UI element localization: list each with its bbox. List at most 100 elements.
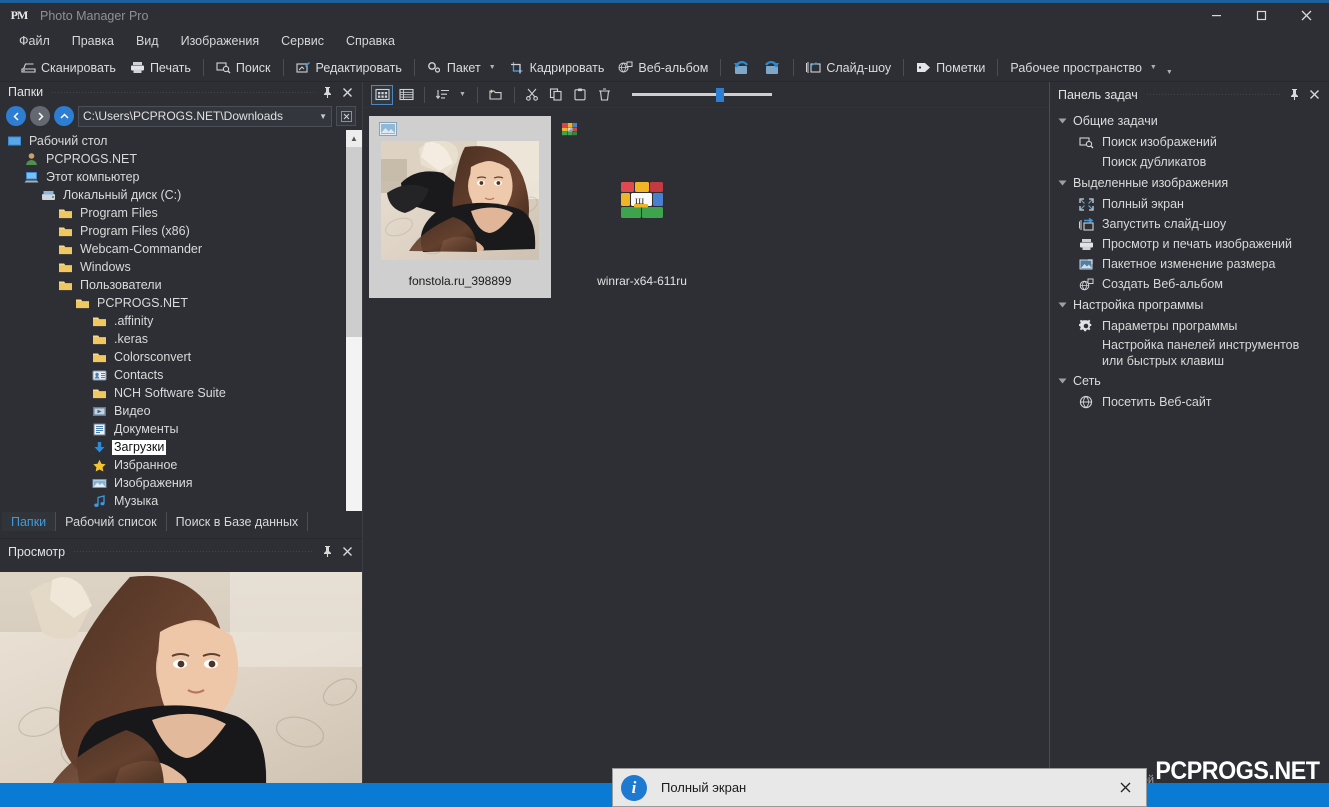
scrollbar-thumb[interactable] [346,147,362,337]
tree-item-17[interactable]: Загрузки [0,438,362,456]
copy-button[interactable] [546,85,568,105]
toolbar-overflow-chevron[interactable]: ▼ [1166,69,1173,76]
tree-item-16[interactable]: Документы [0,420,362,438]
toolbar-rotate-right-button[interactable] [757,58,788,78]
task-item-search-duplicates[interactable]: Поиск дубликатов [1050,152,1329,172]
tree-item-2[interactable]: Этот компьютер [0,168,362,186]
toolbar-slideshow-button[interactable]: Слайд-шоу [799,58,898,78]
chevron-down-icon[interactable]: ▼ [489,64,496,71]
tree-item-21[interactable]: Поиски [0,510,362,511]
tree-item-14[interactable]: NCH Software Suite [0,384,362,402]
notification-close-button[interactable] [1119,781,1132,794]
tree-item-0[interactable]: Рабочий стол [0,132,362,150]
cut-button[interactable] [522,85,544,105]
zoom-slider-knob[interactable] [715,87,724,102]
pin-icon[interactable] [322,86,338,99]
task-item-program-options[interactable]: Параметры программы [1050,316,1329,336]
chevron-down-icon[interactable]: ▼ [459,91,466,98]
task-item-view-print[interactable]: Просмотр и печать изображений [1050,234,1329,254]
tree-item-1[interactable]: PCPROGS.NET [0,150,362,168]
tree-item-10[interactable]: .affinity [0,312,362,330]
tree-item-11[interactable]: .keras [0,330,362,348]
menu-help[interactable]: Справка [335,30,406,52]
tree-item-5[interactable]: Program Files (x86) [0,222,362,240]
folder-icon [57,205,73,221]
tree-item-4[interactable]: Program Files [0,204,362,222]
notification-popup[interactable]: i Полный экран [612,768,1147,807]
task-group-network[interactable]: Сеть [1050,370,1329,392]
toolbar-workspace-button[interactable]: Рабочее пространство ▼ [1003,58,1163,78]
task-item-fullscreen[interactable]: Полный экран [1050,194,1329,214]
toolbar-search-button[interactable]: Поиск [209,58,278,78]
toolbar-webalbum-button[interactable]: Веб-альбом [611,58,715,78]
menu-edit[interactable]: Правка [61,30,125,52]
tree-item-13[interactable]: Contacts [0,366,362,384]
view-thumbnails-button[interactable] [371,84,393,105]
tree-item-15[interactable]: Видео [0,402,362,420]
tree-item-12[interactable]: Colorsconvert [0,348,362,366]
tree-item-3[interactable]: Локальный диск (C:) [0,186,362,204]
tree-item-8[interactable]: Пользователи [0,276,362,294]
toolbar-scan-button[interactable]: Сканировать [14,58,123,78]
task-group-program-settings[interactable]: Настройка программы [1050,294,1329,316]
close-button[interactable] [1284,3,1329,28]
menu-images[interactable]: Изображения [170,30,271,52]
chevron-down-icon[interactable]: ▼ [313,112,327,121]
toolbar-rotate-left-button[interactable] [726,58,757,78]
rotate-left-icon [733,60,750,75]
thumbnail-item[interactable]: fonstola.ru_398899 [369,116,551,298]
tab-folders[interactable]: Папки [2,512,57,531]
minimize-button[interactable] [1194,3,1239,28]
menu-file[interactable]: Файл [8,30,61,52]
maximize-button[interactable] [1239,3,1284,28]
close-icon[interactable] [342,546,358,557]
nav-back-button[interactable] [6,106,26,126]
task-item-batch-resize[interactable]: Пакетное изменение размера [1050,254,1329,274]
tree-item-19[interactable]: Изображения [0,474,362,492]
folder-tree-scrollbar[interactable]: ▲ [345,130,362,511]
pin-icon[interactable] [1289,88,1305,101]
tree-item-20[interactable]: Музыка [0,492,362,510]
toolbar-tags-button[interactable]: Пометки [909,58,992,78]
sort-button[interactable] [432,85,454,105]
task-group-selected-images[interactable]: Выделенные изображения [1050,172,1329,194]
thumbnail-image [381,140,539,260]
menu-view[interactable]: Вид [125,30,170,52]
close-icon[interactable] [342,87,358,98]
delete-button[interactable] [594,85,616,105]
pin-icon[interactable] [322,545,338,558]
toolbar-batch-button[interactable]: Пакет ▼ [420,58,503,78]
task-item-customize-toolbars[interactable]: Настройка панелей инструментов или быстр… [1050,336,1329,370]
tab-worklist[interactable]: Рабочий список [56,512,167,531]
nav-up-button[interactable] [54,106,74,126]
toolbar-crop-button[interactable]: Кадрировать [503,58,612,78]
address-input[interactable]: C:\Users\PCPROGS.NET\Downloads ▼ [78,105,332,127]
new-folder-button[interactable] [485,85,507,105]
thumbnail-item[interactable]: ш ш winrar-x64-611ru [551,116,733,298]
preview-image[interactable] [0,572,362,785]
collapse-triangle-icon [1058,180,1067,186]
tree-item-6[interactable]: Webcam-Commander [0,240,362,258]
toolbar-print-button[interactable]: Печать [123,58,198,78]
paste-button[interactable] [570,85,592,105]
tab-db-search[interactable]: Поиск в Базе данных [167,512,309,531]
task-group-general[interactable]: Общие задачи [1050,110,1329,132]
close-icon[interactable] [1309,89,1325,100]
task-item-create-web-album[interactable]: Создать Веб-альбом [1050,274,1329,294]
task-item-search-images[interactable]: Поиск изображений [1050,132,1329,152]
address-clear-button[interactable] [336,106,356,126]
view-details-button[interactable] [395,85,417,105]
tree-item-7[interactable]: Windows [0,258,362,276]
tree-item-18[interactable]: Избранное [0,456,362,474]
zoom-slider[interactable] [631,87,772,103]
menu-service[interactable]: Сервис [270,30,335,52]
tree-item-9[interactable]: PCPROGS.NET [0,294,362,312]
toolbar-edit-button[interactable]: Редактировать [289,58,409,78]
archive-type-badge: ш [561,122,579,136]
nav-forward-button[interactable] [30,106,50,126]
task-item-start-slideshow[interactable]: Запустить слайд-шоу [1050,214,1329,234]
scroll-up-arrow[interactable]: ▲ [346,130,362,147]
task-item-visit-website[interactable]: Посетить Веб-сайт [1050,392,1329,412]
preview-panel-header: Просмотр [0,539,362,561]
chevron-down-icon[interactable]: ▼ [1150,64,1157,71]
